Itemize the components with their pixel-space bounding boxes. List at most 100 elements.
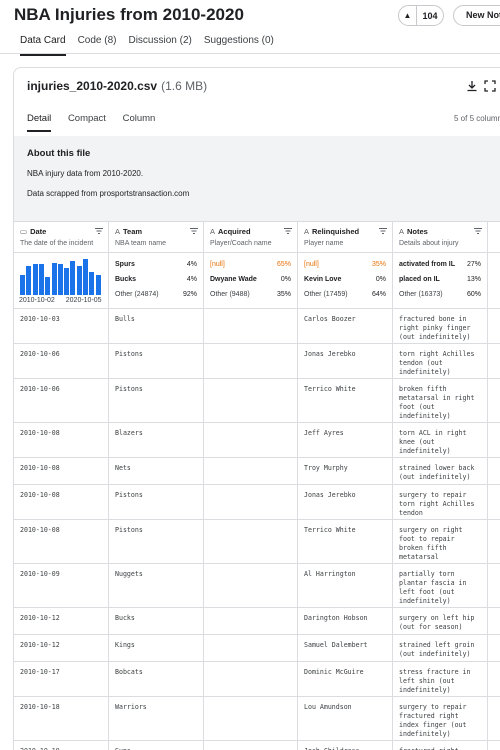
about-heading: About this file: [27, 148, 91, 159]
table-row[interactable]: 2010-10-08 Nets Troy Murphy strained lower …: [14, 458, 500, 485]
tab-compact[interactable]: Compact: [68, 113, 106, 130]
upvote-arrow-icon[interactable]: ▲: [399, 6, 417, 25]
table-cell-team: Nets: [109, 458, 204, 484]
summary-value: Other (16373): [399, 291, 443, 298]
column-desc: Details about injury: [399, 240, 459, 247]
file-name: injuries_2010-2020.csv (1.6 MB): [27, 79, 207, 93]
table-cell-acq: [204, 520, 298, 563]
summary-percent: 4%: [186, 261, 197, 268]
column-header-acquired[interactable]: A Acquired Player/Coach name: [204, 222, 298, 254]
column-menu-icon[interactable]: [95, 228, 103, 234]
about-line-1: NBA injury data from 2010-2020.: [27, 169, 144, 178]
histogram-bar[interactable]: [89, 271, 95, 295]
summary-line: placed on IL 13%: [399, 276, 481, 283]
table-cell-team: Bobcats: [109, 662, 204, 696]
table-cell-acq: [204, 423, 298, 457]
histogram-bar[interactable]: [70, 260, 76, 295]
column-menu-icon[interactable]: [190, 228, 198, 234]
table-cell-date: 2010-10-06: [14, 344, 109, 378]
table-row[interactable]: 2010-10-18 Warriors Lou Amundson surgery to…: [14, 697, 500, 741]
histogram-bar[interactable]: [45, 277, 51, 295]
histogram-bar[interactable]: [64, 268, 70, 295]
table-cell-notes: surgery to repair torn right Achilles te…: [393, 485, 488, 519]
histogram-bar[interactable]: [26, 266, 32, 295]
upvote-button[interactable]: ▲ 104: [398, 5, 444, 26]
table-cell-date: 2010-10-08: [14, 458, 109, 484]
table-cell-notes: surgery on left hip (out for season): [393, 608, 488, 634]
table-row[interactable]: 2010-10-12 Bucks Darington Hobson surgery o…: [14, 608, 500, 635]
column-menu-icon[interactable]: [379, 228, 387, 234]
tab-column[interactable]: Column: [123, 113, 156, 130]
text-type-icon: A: [304, 227, 310, 236]
dataset-title: NBA Injuries from 2010-2020: [14, 5, 244, 24]
table-cell-acq: [204, 608, 298, 634]
histogram-bar[interactable]: [95, 275, 101, 295]
summary-percent: 35%: [371, 261, 386, 268]
table-cell-date: 2010-10-12: [14, 635, 109, 661]
table-row[interactable]: 2010-10-12 Kings Samuel Dalembert strained …: [14, 635, 500, 662]
table-cell-team: Warriors: [109, 697, 204, 740]
table-cell-date: 2010-10-12: [14, 608, 109, 634]
histogram-bar[interactable]: [32, 264, 38, 295]
table-row[interactable]: 2010-10-09 Nuggets Al Harrington partially …: [14, 564, 500, 608]
column-name: Acquired: [218, 227, 251, 236]
summary-value: Dwyane Wade: [210, 276, 257, 283]
table-cell-rel: Josh Childress: [298, 741, 393, 750]
table-cell-date: 2010-10-08: [14, 485, 109, 519]
summary-line: Spurs 4%: [115, 261, 197, 268]
table-cell-notes: broken fifth metatarsal in right foot (o…: [393, 379, 488, 422]
summary-value: Other (24874): [115, 291, 159, 298]
histogram-bar[interactable]: [57, 264, 63, 295]
table-cell-notes: surgery to repair fractured right index …: [393, 697, 488, 740]
table-cell-acq: [204, 662, 298, 696]
about-section: About this file NBA injury data from 201…: [14, 136, 500, 221]
summary-percent: 0%: [280, 276, 291, 283]
download-icon[interactable]: [466, 80, 478, 92]
table-row[interactable]: 2010-10-08 Pistons Terrico White surgery on…: [14, 520, 500, 564]
summary-line: Dwyane Wade 0%: [210, 276, 291, 283]
column-header-relinquished[interactable]: A Relinquished Player name: [298, 222, 393, 254]
histogram-bar[interactable]: [76, 266, 82, 295]
table-cell-rel: Carlos Boozer: [298, 309, 393, 343]
table-cell-acq: [204, 635, 298, 661]
tab-detail[interactable]: Detail: [27, 113, 52, 132]
table-row[interactable]: 2010-10-08 Pistons Jonas Jerebko surgery to…: [14, 485, 500, 520]
histogram-bar[interactable]: [20, 275, 25, 295]
table-cell-team: Pistons: [109, 485, 204, 519]
column-menu-icon[interactable]: [284, 228, 292, 234]
table-cell-team: Pistons: [109, 520, 204, 563]
table-cell-notes: fractured bone in right pinky finger (ou…: [393, 309, 488, 343]
table-row[interactable]: 2010-10-03 Bulls Carlos Boozer fractured bo…: [14, 309, 500, 344]
about-line-2: Data scrapped from prosportstransaction.…: [27, 189, 190, 198]
table-cell-rel: Darington Hobson: [298, 608, 393, 634]
column-header-team[interactable]: A Team NBA team name: [109, 222, 204, 254]
hist-end-label: 2020-10-05: [65, 297, 102, 304]
column-header-date[interactable]: ▭ Date The date of the incident: [14, 222, 109, 254]
table-cell-team: Pistons: [109, 344, 204, 378]
summary-percent: 65%: [276, 261, 291, 268]
text-type-icon: A: [210, 227, 216, 236]
table-row[interactable]: 2010-10-17 Bobcats Dominic McGuire stress f…: [14, 662, 500, 697]
table-cell-notes: strained left groin (out indefinitely): [393, 635, 488, 661]
histogram-bar[interactable]: [51, 262, 57, 295]
summary-percent: 27%: [466, 261, 481, 268]
histogram-bar[interactable]: [38, 264, 44, 295]
table-row[interactable]: 2010-10-08 Blazers Jeff Ayres torn ACL in r…: [14, 423, 500, 458]
column-menu-icon[interactable]: [474, 228, 482, 234]
column-name: Notes: [407, 227, 428, 236]
table-cell-rel: Jonas Jerebko: [298, 485, 393, 519]
histogram-chart[interactable]: [20, 259, 102, 295]
table-row[interactable]: 2010-10-06 Pistons Terrico White broken fif…: [14, 379, 500, 423]
expand-icon[interactable]: [484, 80, 496, 92]
summary-line: activated from IL 27%: [399, 261, 481, 268]
table-cell-date: 2010-10-06: [14, 379, 109, 422]
new-notebook-button[interactable]: New Note: [453, 5, 500, 26]
table-cell-rel: Jonas Jerebko: [298, 344, 393, 378]
histogram-bar[interactable]: [83, 259, 88, 295]
table-row[interactable]: 2010-10-19Suns Josh Childressfractured ri…: [14, 741, 500, 750]
histogram-range-labels: 2010-10-02 2020-10-05: [19, 297, 102, 304]
column-name: Date: [30, 227, 47, 236]
table-row[interactable]: 2010-10-06 Pistons Jonas Jerebko torn right…: [14, 344, 500, 379]
relinquished-summary: [null] 35% Kevin Love 0% Other (17459) 64%: [298, 253, 393, 309]
column-header-notes[interactable]: A Notes Details about injury: [393, 222, 488, 254]
